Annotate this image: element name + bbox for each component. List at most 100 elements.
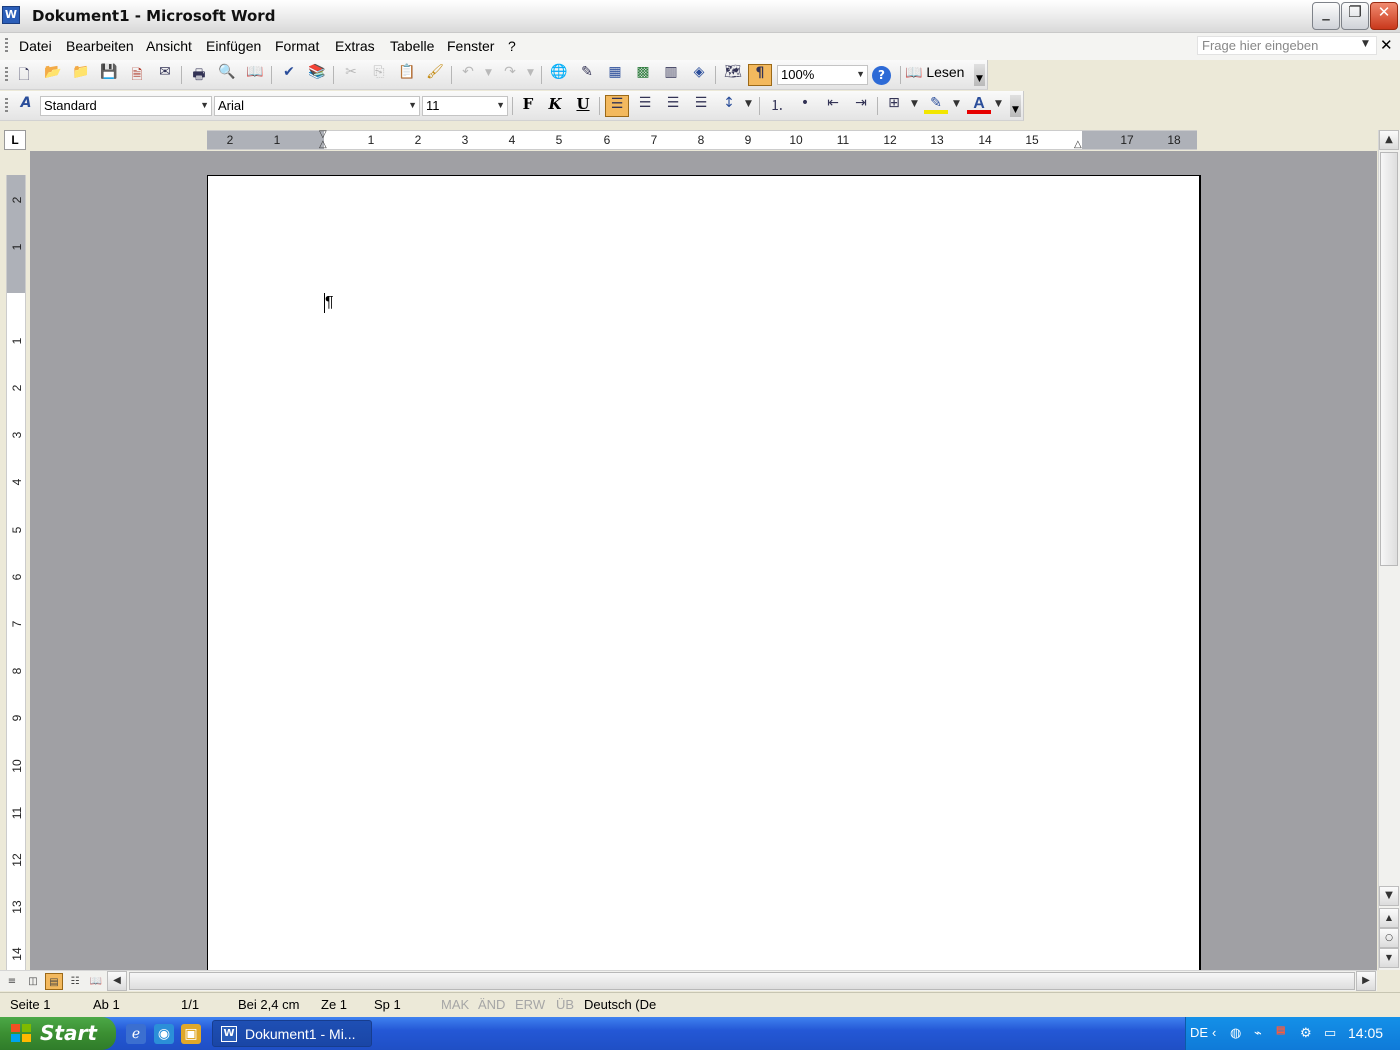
reading-layout-icon[interactable]: 📖 [87,973,105,990]
print-layout-icon[interactable]: ▤ [45,973,63,990]
tray-safely-remove-icon[interactable]: ⚙ [1300,1025,1312,1041]
undo-dropdown-icon[interactable]: ▼ [485,68,492,78]
font-color-dropdown-icon[interactable]: ▼ [995,99,1002,109]
quicklaunch-folder-icon[interactable]: ▣ [181,1024,201,1044]
justify-icon[interactable]: ☰ [689,95,713,117]
status-overtype[interactable]: ÜB [556,997,574,1012]
scroll-left-icon[interactable]: ◀ [107,971,127,991]
scroll-right-icon[interactable]: ▶ [1356,971,1376,991]
show-formatting-icon[interactable]: ¶ [748,64,772,86]
format-painter-icon[interactable]: 🖌 [423,64,447,86]
drawing-icon[interactable]: ◈ [687,64,711,86]
open-icon[interactable]: 📂 [41,64,65,86]
print-icon[interactable]: 🖶 [187,64,211,86]
menu-extras[interactable]: Extras [335,38,375,54]
open-folder-icon[interactable]: 📁 [69,64,93,86]
redo-dropdown-icon[interactable]: ▼ [527,68,534,78]
font-color-icon[interactable]: A [967,95,991,114]
vertical-ruler[interactable]: 2 1 1 2 3 4 5 6 7 8 9 10 11 12 13 14 [6,175,26,970]
hanging-indent-marker[interactable]: △ [319,139,327,150]
zoom-dropdown-icon[interactable]: ▼ [856,69,865,79]
bullets-icon[interactable]: • [793,95,817,117]
font-size-dropdown-icon[interactable]: ▼ [496,100,505,110]
close-button[interactable]: ✕ [1370,2,1398,30]
columns-icon[interactable]: ▥ [659,64,683,86]
paste-icon[interactable]: 📋 [395,64,419,86]
taskbar-word-button[interactable]: W Dokument1 - Mi... [212,1020,372,1047]
align-center-icon[interactable]: ☰ [633,95,657,117]
email-icon[interactable]: ✉ [153,64,177,86]
borders-dropdown-icon[interactable]: ▼ [911,99,918,109]
bold-button[interactable]: F [516,95,540,117]
tab-selector[interactable]: L [4,130,26,150]
toolbar-grip[interactable] [5,67,8,83]
line-spacing-icon[interactable]: ↕ [717,95,741,117]
clock[interactable]: 14:05 [1348,1025,1383,1041]
normal-view-icon[interactable]: ≡ [3,973,21,990]
print-preview-icon[interactable]: 🔍 [215,64,239,86]
highlight-icon[interactable]: ✎ [924,95,948,114]
research-book-icon[interactable]: 📚 [305,64,329,86]
scroll-down-icon[interactable]: ▼ [1379,886,1399,906]
permission-icon[interactable]: 🗎 [125,64,149,86]
save-icon[interactable]: 💾 [97,64,121,86]
maximize-button[interactable]: ❐ [1341,2,1369,30]
word-app-icon[interactable]: W [2,6,20,24]
insert-excel-icon[interactable]: ▩ [631,64,655,86]
tray-sound-icon[interactable]: ◍ [1230,1025,1241,1041]
borders-icon[interactable]: ⊞ [882,95,906,117]
undo-icon[interactable]: ↶ [456,64,480,86]
toolbar-grip[interactable] [5,98,8,114]
style-select[interactable]: Standard ▼ [40,96,212,116]
cut-icon[interactable]: ✂ [339,64,363,86]
menu-fenster[interactable]: Fenster [447,38,494,54]
menu-einfuegen[interactable]: Einfügen [206,38,261,54]
redo-icon[interactable]: ↷ [498,64,522,86]
read-button[interactable]: 📖 Lesen [905,64,969,86]
font-size-select[interactable]: 11 ▼ [422,96,508,116]
scroll-up-icon[interactable]: ▲ [1379,130,1399,150]
outline-view-icon[interactable]: ☷ [66,973,84,990]
right-indent-marker[interactable]: △ [1074,139,1082,150]
language-indicator[interactable]: DE [1190,1025,1208,1040]
status-macro-record[interactable]: MAK [441,997,469,1012]
menu-datei[interactable]: Datei [19,38,52,54]
tray-network-icon[interactable]: ⌁ [1254,1025,1262,1041]
highlight-dropdown-icon[interactable]: ▼ [953,99,960,109]
copy-icon[interactable]: ⎘ [367,64,391,86]
zoom-select[interactable]: 100% ▼ [777,65,868,85]
insert-table-icon[interactable]: ▦ [603,64,627,86]
underline-button[interactable]: U [571,95,595,117]
line-spacing-dropdown-icon[interactable]: ▼ [745,99,752,109]
italic-button[interactable]: K [543,95,567,117]
decrease-indent-icon[interactable]: ⇤ [821,95,845,117]
minimize-button[interactable]: _ [1312,2,1340,30]
browse-object-icon[interactable]: ○ [1379,928,1399,948]
align-right-icon[interactable]: ☰ [661,95,685,117]
numbering-icon[interactable]: ⒈ [765,95,789,117]
toolbar-options-icon[interactable]: ▼ [974,64,985,86]
align-left-icon[interactable]: ☰ [605,95,629,117]
quicklaunch-ie-icon[interactable]: ℯ [126,1024,146,1044]
document-close-icon[interactable]: ✕ [1380,36,1393,54]
help-icon[interactable]: ? [872,66,891,85]
status-language[interactable]: Deutsch (De [584,997,656,1012]
style-dropdown-icon[interactable]: ▼ [200,100,209,110]
status-track-changes[interactable]: ÄND [478,997,505,1012]
document-map-icon[interactable]: 🗺 [721,64,745,86]
font-dropdown-icon[interactable]: ▼ [408,100,417,110]
horizontal-scroll-thumb[interactable] [129,972,1355,990]
tray-display-icon[interactable]: ▭ [1324,1025,1336,1041]
research-icon[interactable]: 📖 [243,64,267,86]
web-layout-icon[interactable]: ◫ [24,973,42,990]
start-button[interactable]: Start [0,1017,116,1050]
next-page-icon[interactable]: ▼ [1379,948,1399,968]
menu-tabelle[interactable]: Tabelle [390,38,434,54]
spelling-icon[interactable]: ✔ [277,64,301,86]
tray-expand-icon[interactable]: ‹ [1212,1025,1216,1040]
horizontal-ruler[interactable]: 2 1 1 2 3 4 5 6 7 8 9 10 11 12 13 14 15 … [207,129,1197,150]
status-extend[interactable]: ERW [515,997,545,1012]
menu-format[interactable]: Format [275,38,319,54]
styles-formatting-icon[interactable]: A [14,95,38,117]
menu-help[interactable]: ? [508,38,516,54]
